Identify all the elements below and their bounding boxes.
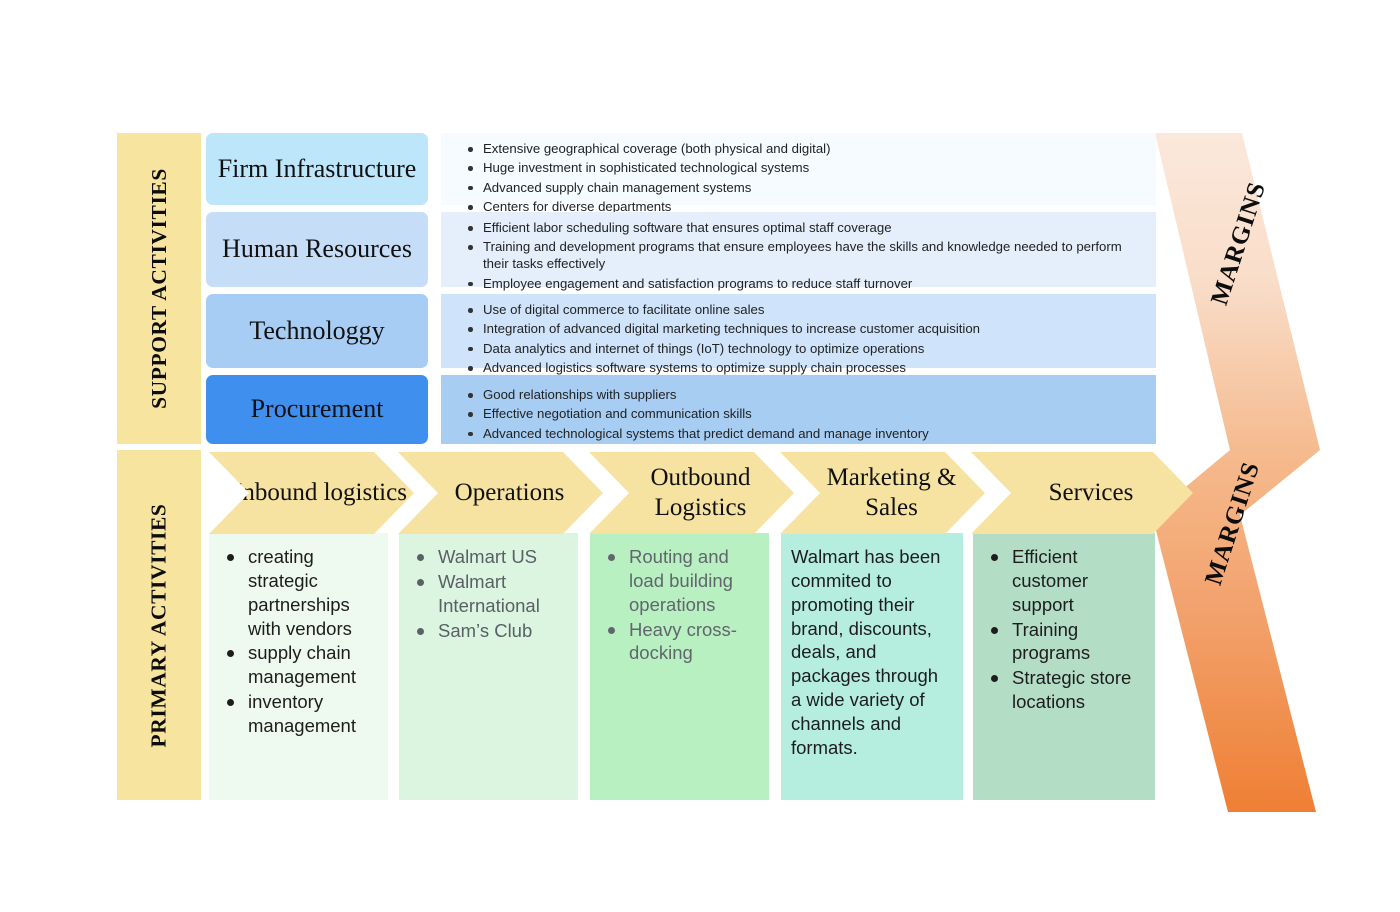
list-item: supply chain management xyxy=(223,641,378,689)
list-item: Good relationships with suppliers xyxy=(467,387,1146,404)
list-item: Strategic store locations xyxy=(987,666,1145,714)
chevron-label: Inbound logistics xyxy=(234,478,407,506)
list-item: Employee engagement and satisfaction pro… xyxy=(467,276,1146,293)
chevron-label: Outbound Logistics xyxy=(650,463,751,522)
primary-column-marketing-sales: Walmart has been commited to promoting t… xyxy=(781,533,963,800)
chevron-label: Operations xyxy=(454,478,565,506)
chevron-marketing-sales[interactable]: Marketing & Sales xyxy=(780,452,985,534)
chevron-operations[interactable]: Operations xyxy=(398,452,603,534)
primary-column-operations: Walmart US Walmart International Sam’s C… xyxy=(399,533,578,800)
support-bullets-technology: Use of digital commerce to facilitate on… xyxy=(441,294,1156,375)
list-item: Sam’s Club xyxy=(413,619,568,643)
primary-column-outbound-logistics: Routing and load building operations Hea… xyxy=(590,533,769,800)
list-item: Training programs xyxy=(987,618,1145,666)
primary-activities-band: PRIMARY ACTIVITIES xyxy=(117,450,201,800)
list-item: creating strategic partnerships with ven… xyxy=(223,545,378,640)
list-item: Integration of advanced digital marketin… xyxy=(467,321,1146,338)
list-item: Use of digital commerce to facilitate on… xyxy=(467,302,1146,319)
support-bullets-procurement: Good relationships with suppliers Effect… xyxy=(441,375,1156,444)
chevron-services[interactable]: Services xyxy=(971,452,1193,534)
chevron-outbound-logistics[interactable]: Outbound Logistics xyxy=(589,452,794,534)
list-item: Extensive geographical coverage (both ph… xyxy=(467,141,1146,158)
list-item: Routing and load building operations xyxy=(604,545,759,617)
list-item: Huge investment in sophisticated technol… xyxy=(467,160,1146,177)
list-item: Heavy cross-docking xyxy=(604,618,759,666)
support-label-text: Firm Infrastructure xyxy=(217,153,417,183)
support-label-procurement: Procurement xyxy=(206,375,428,444)
value-chain-diagram: MARGINS MARGINS SUPPORT ACTIVITIES PRIMA… xyxy=(0,0,1400,912)
support-activities-label: SUPPORT ACTIVITIES xyxy=(146,168,171,409)
support-label-firm-infrastructure: Firm Infrastructure xyxy=(206,133,428,205)
support-label-text: Human Resources xyxy=(222,234,412,264)
support-label-text: Technologgy xyxy=(249,315,385,345)
primary-column-services: Efficient customer support Training prog… xyxy=(973,533,1155,800)
list-item: Walmart International xyxy=(413,570,568,618)
list-item: Training and development programs that e… xyxy=(467,239,1146,273)
support-label-text: Procurement xyxy=(250,394,384,424)
list-item: Effective negotiation and communication … xyxy=(467,406,1146,423)
chevron-label: Services xyxy=(1048,478,1134,506)
support-label-technology: Technologgy xyxy=(206,294,428,368)
chevron-inbound-logistics[interactable]: Inbound logistics xyxy=(209,452,414,534)
list-item: Efficient customer support xyxy=(987,545,1145,617)
list-item: Data analytics and internet of things (I… xyxy=(467,341,1146,358)
support-label-human-resources: Human Resources xyxy=(206,212,428,287)
list-item: Advanced supply chain management systems xyxy=(467,180,1146,197)
support-bullets-firm-infrastructure: Extensive geographical coverage (both ph… xyxy=(441,133,1156,214)
list-item: Advanced technological systems that pred… xyxy=(467,426,1146,443)
support-bullets-human-resources: Efficient labor scheduling software that… xyxy=(441,212,1156,291)
marketing-paragraph: Walmart has been commited to promoting t… xyxy=(791,546,941,758)
list-item: Walmart US xyxy=(413,545,568,569)
chevron-label: Marketing & Sales xyxy=(826,463,957,522)
list-item: Efficient labor scheduling software that… xyxy=(467,220,1146,237)
primary-activities-label: PRIMARY ACTIVITIES xyxy=(146,503,171,747)
support-activities-band: SUPPORT ACTIVITIES xyxy=(117,133,201,444)
list-item: inventory management xyxy=(223,690,378,738)
primary-column-inbound-logistics: creating strategic partnerships with ven… xyxy=(209,533,388,800)
